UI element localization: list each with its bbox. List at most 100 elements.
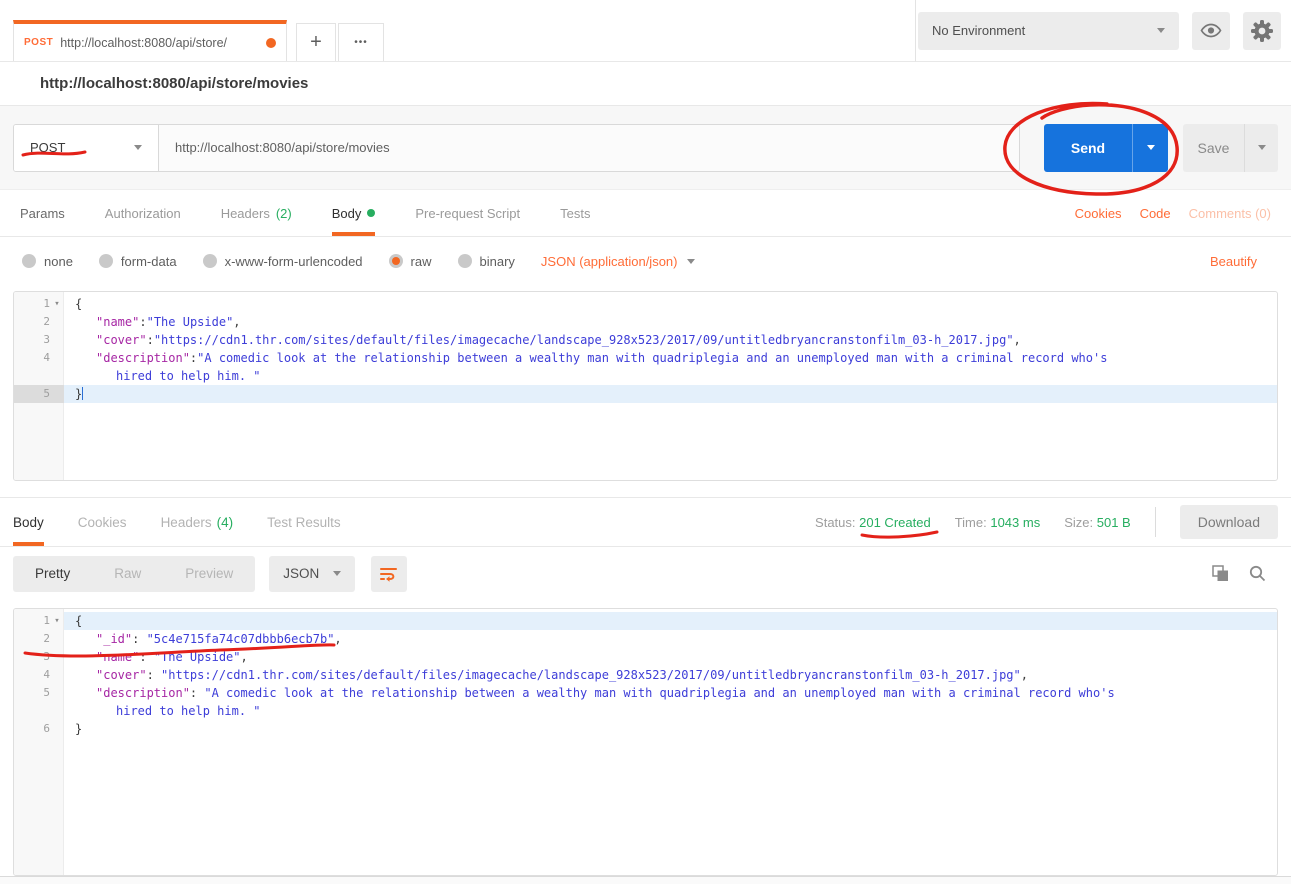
search-response-button[interactable] xyxy=(1249,565,1266,582)
line-number: 6 xyxy=(14,720,64,738)
tab-tests[interactable]: Tests xyxy=(560,190,590,236)
code-line: 3 "name": "The Upside", xyxy=(14,648,1277,666)
response-mode-switch: Pretty Raw Preview xyxy=(13,556,255,592)
unsaved-changes-dot-icon xyxy=(266,38,276,48)
line-number: 4 xyxy=(14,666,64,684)
response-status-group: Status: 201 Created Time: 1043 ms Size: … xyxy=(815,498,1278,546)
url-input[interactable] xyxy=(159,125,1019,171)
page-title: http://localhost:8080/api/store/movies xyxy=(40,75,308,92)
open-request-tab[interactable]: POST http://localhost:8080/api/store/ xyxy=(13,20,287,61)
new-tab-button[interactable]: + xyxy=(296,23,336,61)
radio-binary[interactable]: binary xyxy=(458,254,515,269)
top-bar: POST http://localhost:8080/api/store/ + … xyxy=(0,0,1291,62)
tab-headers[interactable]: Headers (2) xyxy=(221,190,292,236)
cookies-link[interactable]: Cookies xyxy=(1075,206,1122,221)
request-builder-bar: POST Send Save xyxy=(0,106,1291,190)
tab-url-label: http://localhost:8080/api/store/ xyxy=(60,36,259,50)
save-split-button: Save xyxy=(1183,124,1278,172)
download-button[interactable]: Download xyxy=(1180,505,1278,539)
environment-zone: No Environment xyxy=(916,0,1291,62)
response-language-selector[interactable]: JSON xyxy=(269,556,355,592)
content-type-selector[interactable]: JSON (application/json) xyxy=(541,254,696,269)
text-cursor xyxy=(82,387,83,400)
line-number: 3 xyxy=(14,648,64,666)
tab-pre-request-script[interactable]: Pre-request Script xyxy=(415,190,520,236)
environment-selector[interactable]: No Environment xyxy=(918,12,1179,50)
radio-icon xyxy=(203,254,217,268)
radio-icon xyxy=(458,254,472,268)
response-view-bar: Pretty Raw Preview JSON xyxy=(0,547,1291,600)
tab-body[interactable]: Body xyxy=(332,190,376,236)
headers-count-badge: (2) xyxy=(276,206,292,221)
line-number: 1▾ xyxy=(14,612,64,630)
radio-urlencoded-label: x-www-form-urlencoded xyxy=(225,254,363,269)
send-split-button: Send xyxy=(1044,124,1168,172)
tab-authorization[interactable]: Authorization xyxy=(105,190,181,236)
request-title-bar: http://localhost:8080/api/store/movies xyxy=(0,62,1291,106)
more-tabs-button[interactable]: ••• xyxy=(338,23,384,61)
body-type-row: none form-data x-www-form-urlencoded raw… xyxy=(0,237,1291,285)
response-meta-bar: Body Cookies Headers (4) Test Results St… xyxy=(0,497,1291,547)
line-number: 5 xyxy=(14,385,64,403)
save-button[interactable]: Save xyxy=(1183,124,1244,172)
response-tab-cookies[interactable]: Cookies xyxy=(78,498,127,546)
request-code-area: 1▾ { 2 "name":"The Upside", 3 "cover":"h… xyxy=(14,292,1277,403)
environment-quick-look-button[interactable] xyxy=(1192,12,1230,50)
code-line: 4 "cover": "https://cdn1.thr.com/sites/d… xyxy=(14,666,1277,684)
code-line: 5 "description": "A comedic look at the … xyxy=(14,684,1277,702)
save-options-button[interactable] xyxy=(1244,124,1278,172)
chevron-down-icon xyxy=(1157,28,1165,33)
radio-form-data[interactable]: form-data xyxy=(99,254,177,269)
time-value: 1043 ms xyxy=(990,515,1040,530)
content-type-label: JSON (application/json) xyxy=(541,254,678,269)
code-line: 2 "name":"The Upside", xyxy=(14,313,1277,331)
send-options-button[interactable] xyxy=(1132,124,1168,172)
radio-none[interactable]: none xyxy=(22,254,73,269)
radio-raw-label: raw xyxy=(411,254,432,269)
url-control: POST xyxy=(13,124,1020,172)
code-line-active: 5 } xyxy=(14,385,1277,403)
line-number xyxy=(14,702,64,720)
size-badge: Size: 501 B xyxy=(1064,515,1131,530)
copy-response-button[interactable] xyxy=(1212,565,1229,582)
eye-icon xyxy=(1200,23,1222,38)
size-value: 501 B xyxy=(1097,515,1131,530)
comments-link[interactable]: Comments (0) xyxy=(1189,206,1271,221)
gear-icon xyxy=(1250,19,1274,43)
response-code-area: 1▾ { 2 "_id": "5c4e715fa74c07dbbb6ecb7b"… xyxy=(14,609,1277,738)
beautify-link[interactable]: Beautify xyxy=(1210,254,1257,269)
mode-pretty[interactable]: Pretty xyxy=(13,566,92,581)
mode-raw[interactable]: Raw xyxy=(92,566,163,581)
code-link[interactable]: Code xyxy=(1140,206,1171,221)
radio-urlencoded[interactable]: x-www-form-urlencoded xyxy=(203,254,363,269)
time-badge: Time: 1043 ms xyxy=(955,515,1041,530)
line-number: 4 xyxy=(14,349,64,367)
status-value: 201 Created xyxy=(859,515,931,530)
code-line-active: 1▾ { xyxy=(14,612,1277,630)
line-number: 2 xyxy=(14,313,64,331)
method-selector[interactable]: POST xyxy=(14,125,159,171)
line-number: 3 xyxy=(14,331,64,349)
line-number xyxy=(14,367,64,385)
response-tab-body[interactable]: Body xyxy=(13,498,44,546)
line-number: 5 xyxy=(14,684,64,702)
environment-label: No Environment xyxy=(932,23,1025,38)
wrap-lines-button[interactable] xyxy=(371,556,407,592)
copy-icon xyxy=(1212,565,1229,582)
radio-raw[interactable]: raw xyxy=(389,254,432,269)
response-body-editor[interactable]: 1▾ { 2 "_id": "5c4e715fa74c07dbbb6ecb7b"… xyxy=(13,608,1278,876)
response-language-label: JSON xyxy=(283,566,319,581)
response-tab-headers[interactable]: Headers (4) xyxy=(161,498,234,546)
settings-button[interactable] xyxy=(1243,12,1281,50)
radio-icon xyxy=(99,254,113,268)
request-tabs-strip: POST http://localhost:8080/api/store/ + … xyxy=(0,0,916,62)
wrap-lines-icon xyxy=(380,566,398,582)
request-body-editor[interactable]: 1▾ { 2 "name":"The Upside", 3 "cover":"h… xyxy=(13,291,1278,481)
response-tab-test-results[interactable]: Test Results xyxy=(267,498,341,546)
send-button[interactable]: Send xyxy=(1044,124,1132,172)
bottom-strip xyxy=(0,876,1291,884)
mode-preview[interactable]: Preview xyxy=(163,566,255,581)
request-section-tabs: Params Authorization Headers (2) Body Pr… xyxy=(0,190,1291,237)
body-filled-dot-icon xyxy=(367,209,375,217)
tab-params[interactable]: Params xyxy=(20,190,65,236)
